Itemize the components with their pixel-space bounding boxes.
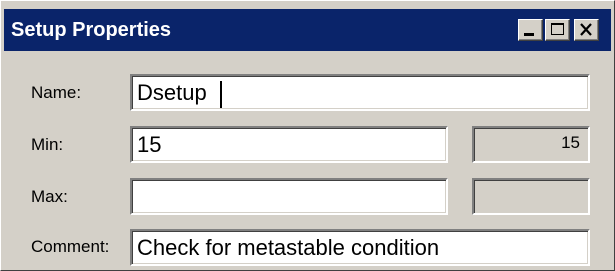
minimize-icon (524, 33, 534, 36)
close-button[interactable] (574, 19, 599, 41)
max-input[interactable] (130, 178, 448, 215)
comment-label: Comment: (31, 237, 110, 256)
min-readout: 15 (472, 126, 590, 163)
max-label: Max: (31, 187, 68, 206)
min-input[interactable] (130, 126, 448, 163)
maximize-icon (551, 23, 564, 35)
minimize-button[interactable] (518, 19, 543, 41)
max-readout (472, 178, 590, 215)
text-caret (220, 81, 222, 108)
close-icon (580, 23, 592, 36)
name-input[interactable] (130, 74, 590, 111)
setup-properties-window: Setup Properties Name: Min: 15 Max: Comm… (0, 0, 615, 271)
comment-input[interactable] (130, 229, 590, 266)
min-label: Min: (31, 135, 64, 154)
maximize-button[interactable] (545, 19, 570, 41)
name-label: Name: (31, 83, 82, 102)
title-bar[interactable]: Setup Properties (4, 9, 611, 51)
window-title: Setup Properties (11, 19, 172, 41)
